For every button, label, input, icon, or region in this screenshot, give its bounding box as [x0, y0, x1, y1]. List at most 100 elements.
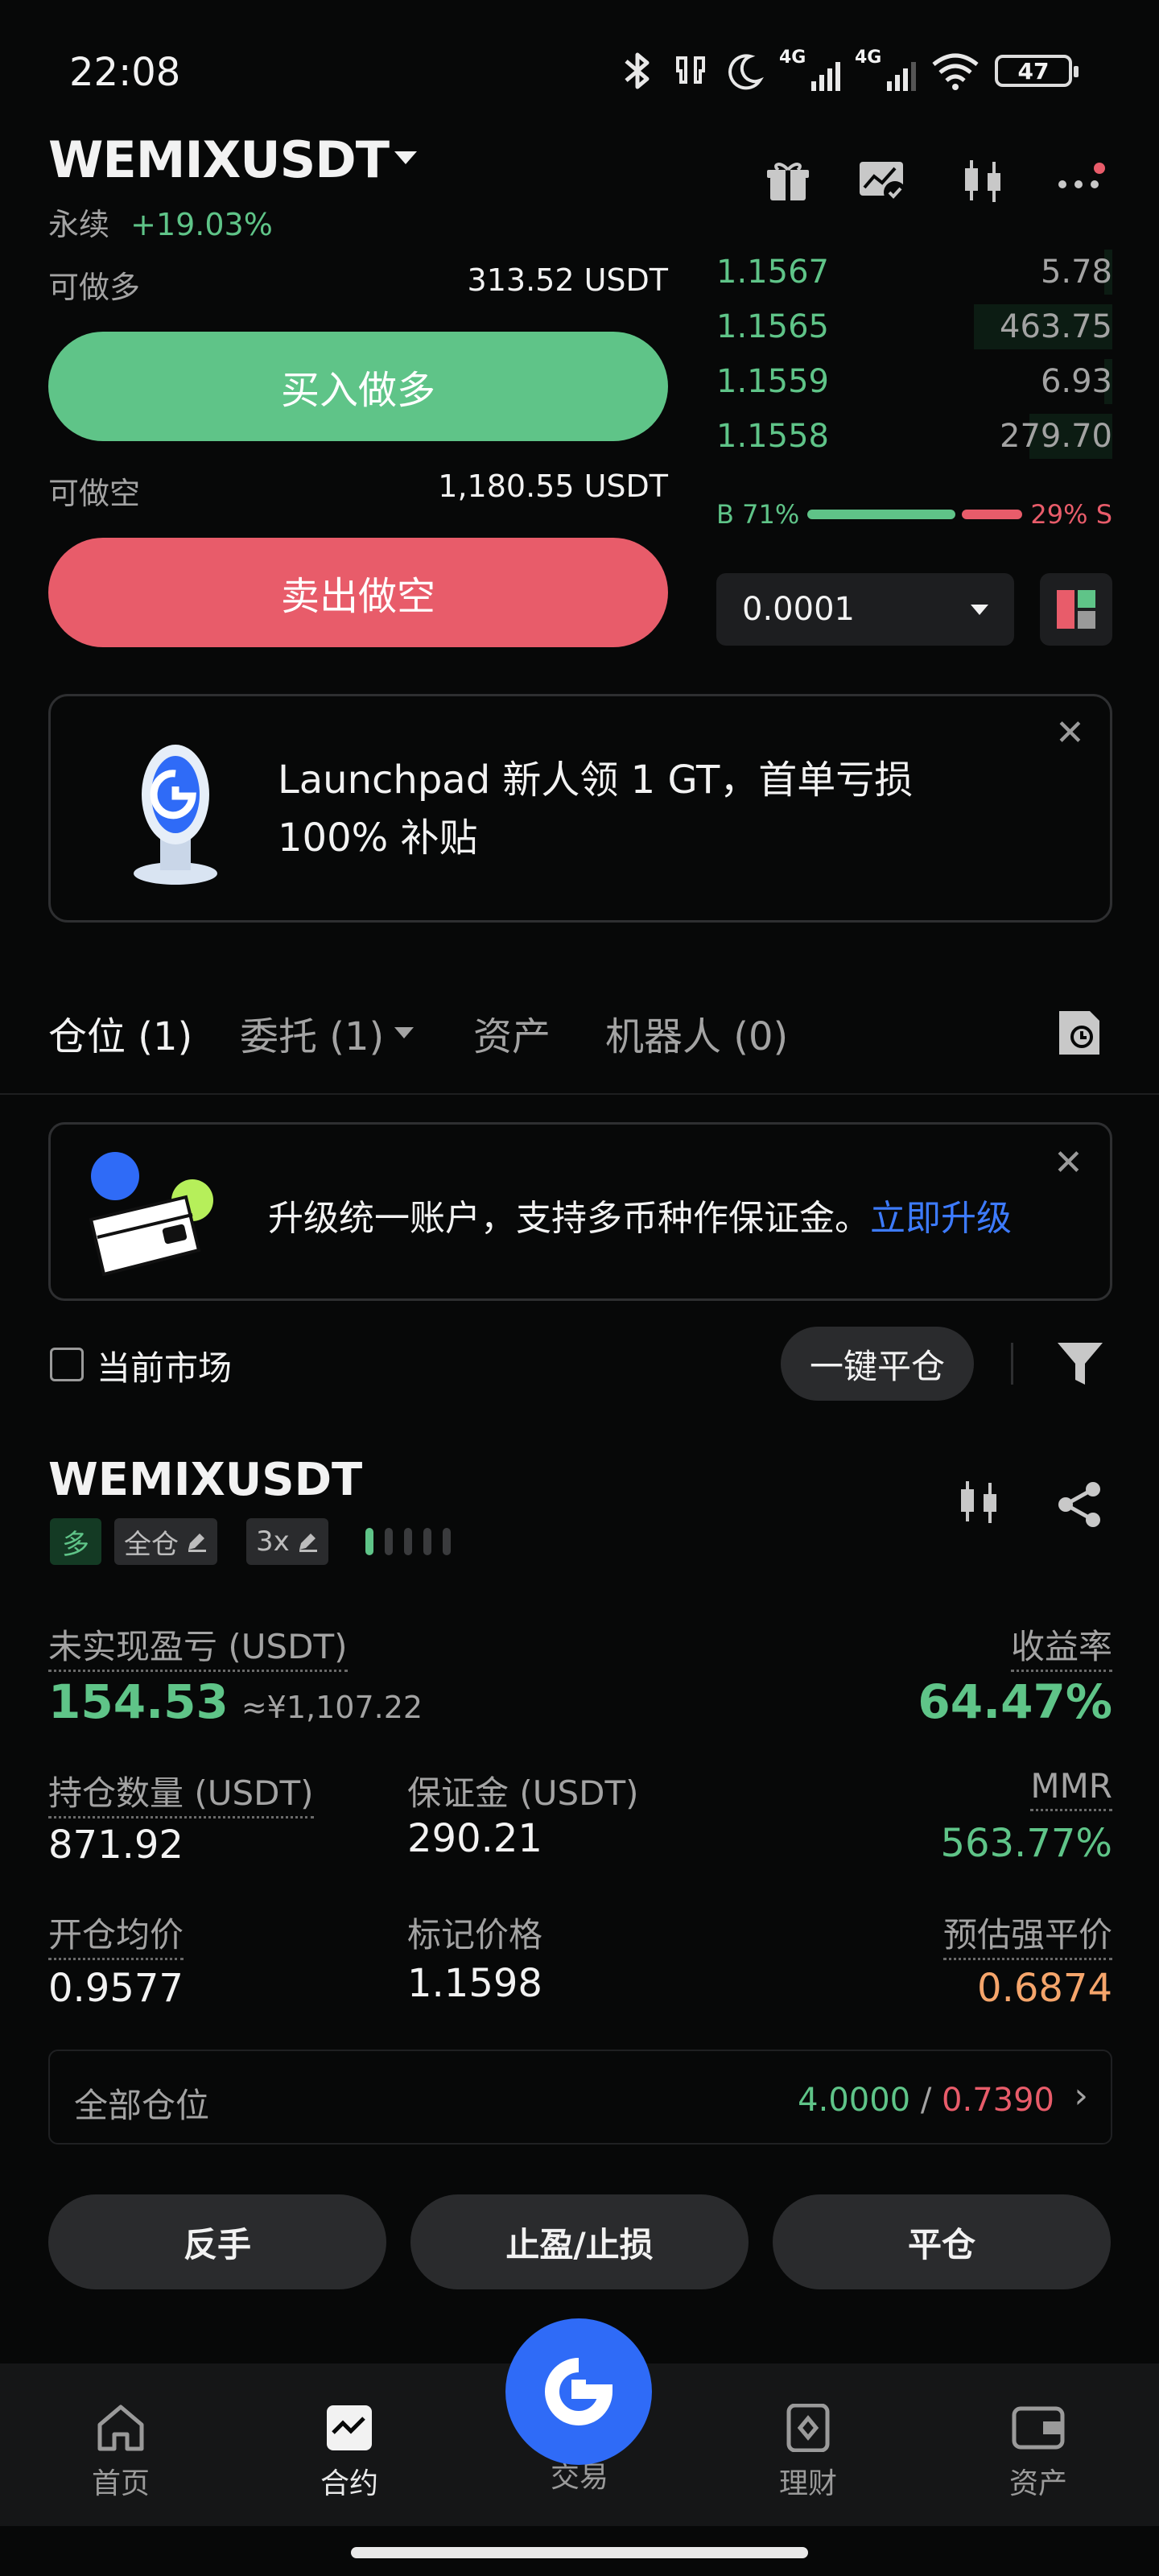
home-icon — [97, 2405, 144, 2451]
edit-icon — [299, 1534, 317, 1552]
candlestick-icon[interactable] — [955, 153, 1011, 209]
orderbook-price: 1.1567 — [716, 254, 829, 291]
tp-sl-button[interactable]: 止盈/止损 — [410, 2194, 749, 2289]
futures-chart-icon — [327, 2405, 372, 2450]
share-icon[interactable] — [1054, 1480, 1104, 1533]
nav-futures[interactable]: 合约 — [269, 2404, 430, 2502]
edit-icon — [188, 1534, 206, 1552]
layout-icon — [1057, 590, 1095, 629]
long-available-value: 313.52 USDT — [467, 262, 668, 298]
unrealized-pnl-row: 154.53 ≈¥1,107.22 — [48, 1674, 423, 1729]
buy-sell-ratio: B 71% 29% S — [716, 499, 1112, 530]
tab-orders[interactable]: 委托 (1) — [240, 1005, 384, 1061]
wifi-icon — [932, 53, 979, 90]
status-time: 22:08 — [69, 50, 181, 95]
orderbook-price: 1.1559 — [716, 363, 829, 400]
orderbook-amount: 6.93 — [1040, 363, 1112, 400]
orderbook-amount: 463.75 — [1000, 308, 1112, 345]
liq-price-value: 0.6874 — [977, 1966, 1112, 2011]
launchpad-line1: Launchpad 新人领 1 GT，首单亏损 — [278, 758, 914, 803]
symbol-selector[interactable]: WEMIXUSDT — [48, 130, 390, 189]
chevron-down-icon[interactable] — [394, 1027, 414, 1038]
close-all-button[interactable]: 一键平仓 — [781, 1327, 974, 1401]
bluetooth-icon — [625, 52, 650, 89]
gift-icon[interactable] — [760, 153, 816, 209]
unrealized-pnl-cny: ≈¥1,107.22 — [241, 1690, 423, 1725]
close-position-button[interactable]: 平仓 — [773, 2194, 1111, 2289]
earn-icon — [786, 2404, 830, 2452]
short-available-label: 可做空 — [48, 476, 141, 511]
filter-icon[interactable] — [1056, 1340, 1104, 1393]
short-available-row: 可做空 1,180.55 USDT — [48, 469, 668, 513]
buy-ratio-label: B 71% — [716, 499, 800, 530]
precision-value: 0.0001 — [742, 591, 855, 628]
long-available-row: 可做多 313.52 USDT — [48, 262, 668, 307]
upgrade-now-link[interactable]: 立即升级 — [870, 1198, 1012, 1239]
orderbook-row[interactable]: 1.1558 279.70 — [716, 414, 1112, 459]
mmr-value: 563.77% — [940, 1821, 1112, 1866]
symbol-dropdown-icon[interactable] — [394, 151, 417, 164]
signal-1: 4G — [779, 47, 840, 91]
leverage-tag[interactable]: 3x — [246, 1518, 328, 1565]
close-icon[interactable]: ✕ — [1055, 712, 1085, 753]
nav-assets[interactable]: 资产 — [958, 2404, 1119, 2502]
network-type-label: 4G — [779, 47, 806, 68]
moon-icon — [728, 54, 764, 90]
reverse-button[interactable]: 反手 — [48, 2194, 386, 2289]
margin-mode-tag[interactable]: 全仓 — [114, 1518, 217, 1565]
mark-price-value: 1.1598 — [407, 1961, 542, 2006]
contract-type: 永续 — [48, 207, 110, 242]
side-tag: 多 — [50, 1518, 101, 1565]
buy-ratio-bar — [807, 510, 956, 519]
close-icon[interactable]: ✕ — [1054, 1142, 1083, 1183]
buy-long-button[interactable]: 买入做多 — [48, 332, 668, 441]
upgrade-account-card[interactable]: 升级统一账户，支持多币种作保证金。立即升级 ✕ — [48, 1122, 1112, 1301]
wallet-icon — [89, 1152, 213, 1277]
position-symbol[interactable]: WEMIXUSDT — [48, 1454, 362, 1506]
orderbook-row[interactable]: 1.1565 463.75 — [716, 304, 1112, 349]
upgrade-text: 升级统一账户，支持多币种作保证金。立即升级 — [268, 1198, 1012, 1239]
candlestick-icon[interactable] — [955, 1478, 1003, 1530]
all-positions-row[interactable]: 全部仓位 4.0000 / 0.7390 › — [48, 2050, 1112, 2145]
gate-logo-icon — [545, 2358, 613, 2425]
history-doc-icon[interactable] — [1056, 1008, 1103, 1061]
mark-price-label: 标记价格 — [407, 1915, 543, 1955]
home-indicator[interactable] — [351, 2547, 808, 2558]
chart-check-icon[interactable] — [855, 153, 911, 209]
chevron-down-icon — [971, 604, 988, 615]
margin-value: 290.21 — [407, 1816, 542, 1861]
orderbook-layout-button[interactable] — [1040, 573, 1112, 646]
current-market-checkbox[interactable] — [50, 1348, 84, 1381]
wallet-nav-icon — [1012, 2406, 1065, 2450]
nav-home[interactable]: 首页 — [40, 2404, 201, 2502]
size-value: 871.92 — [48, 1823, 184, 1868]
signal-2: 4G — [855, 47, 916, 91]
gt-trophy-icon — [134, 745, 217, 885]
nav-earn[interactable]: 理财 — [728, 2404, 889, 2502]
size-label: 持仓数量 (USDT) — [48, 1773, 314, 1818]
sell-short-button[interactable]: 卖出做空 — [48, 538, 668, 647]
battery-indicator: 47 — [995, 55, 1079, 87]
earbuds-icon — [676, 56, 705, 84]
tab-positions[interactable]: 仓位 (1) — [48, 1005, 192, 1061]
precision-select[interactable]: 0.0001 — [716, 573, 1014, 646]
risk-level-indicator — [365, 1528, 451, 1555]
launchpad-text: Launchpad 新人领 1 GT，首单亏损 100% 补贴 — [278, 751, 1002, 867]
current-market-label[interactable]: 当前市场 — [97, 1341, 232, 1390]
orderbook-row[interactable]: 1.1567 5.78 — [716, 250, 1112, 295]
tab-bots[interactable]: 机器人 (0) — [605, 1005, 788, 1061]
liq-price-label: 预估强平价 — [942, 1915, 1112, 1960]
entry-price-value: 0.9577 — [48, 1966, 184, 2011]
all-positions-label: 全部仓位 — [74, 2086, 210, 2125]
trade-fab-button[interactable] — [505, 2318, 652, 2465]
divider — [1011, 1343, 1013, 1385]
roe-label: 收益率 — [1010, 1627, 1112, 1672]
orderbook-price: 1.1558 — [716, 418, 829, 455]
orderbook-row[interactable]: 1.1559 6.93 — [716, 359, 1112, 404]
more-icon[interactable] — [1053, 153, 1109, 209]
launchpad-banner[interactable]: Launchpad 新人领 1 GT，首单亏损 100% 补贴 ✕ — [48, 694, 1112, 923]
orderbook-price: 1.1565 — [716, 308, 829, 345]
margin-label: 保证金 (USDT) — [407, 1773, 639, 1813]
network-type-label: 4G — [855, 47, 882, 68]
tab-assets[interactable]: 资产 — [473, 1005, 551, 1061]
